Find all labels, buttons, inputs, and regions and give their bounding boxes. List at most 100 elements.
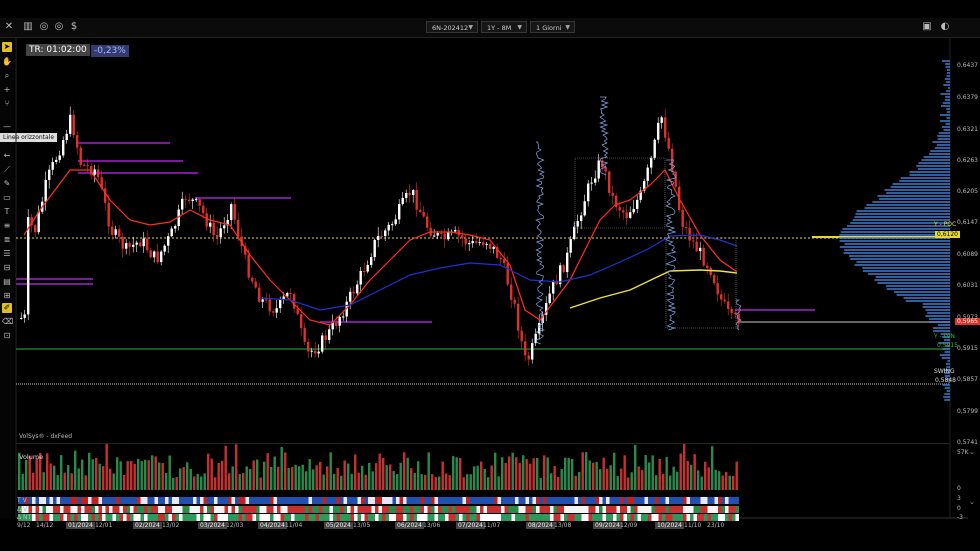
dollar-icon[interactable]: $ (68, 21, 80, 33)
indicator-cell (102, 506, 106, 513)
price-chart[interactable] (0, 0, 980, 551)
highlighter-tool-icon[interactable]: ✐ (2, 303, 12, 313)
volume-bar (697, 470, 700, 490)
range-dropdown[interactable]: 1Y - 8M ▼ (481, 21, 527, 33)
indicator-cell (35, 514, 39, 521)
candle-body (524, 341, 527, 356)
ray-tool-icon[interactable]: ← (2, 151, 12, 161)
candle-body (639, 190, 642, 200)
indicator-cell (683, 497, 687, 504)
indicator-cell (532, 506, 536, 513)
brush-tool-icon[interactable]: ✎ (2, 179, 12, 189)
indicator-cell (662, 506, 666, 513)
volume-bar (725, 471, 728, 490)
volume-profile-bar (890, 186, 950, 188)
pane-divider[interactable] (16, 443, 950, 444)
trendline-tool-icon[interactable]: ⟋ (2, 165, 12, 175)
settings-icon[interactable]: ◎ (53, 21, 65, 33)
timeframe-dropdown[interactable]: 1 Giorni ▼ (530, 21, 575, 33)
fib-tool-icon[interactable]: ≡ (2, 221, 12, 231)
indicator-cell (658, 497, 662, 504)
volume-bar (214, 477, 217, 490)
indicator-cell (336, 506, 340, 513)
indicator-cell (525, 514, 529, 521)
measure-tool-icon[interactable]: ⊟ (2, 263, 12, 273)
indicator-cell (217, 506, 221, 513)
date-label: 9/12 (17, 522, 31, 529)
window-icon[interactable]: ▣ (921, 21, 933, 33)
indicator-cell (375, 514, 379, 521)
lock-tool-icon[interactable]: ⊡ (2, 331, 12, 341)
gear-icon[interactable]: ◎ (38, 21, 50, 33)
right-scale-handles[interactable]: ⌄ ⌄ (968, 38, 980, 518)
symbol-dropdown[interactable]: 6N-202412 ▼ (426, 21, 478, 33)
indicator-cell (599, 506, 603, 513)
indicator-cell (53, 506, 57, 513)
volume-axis-bottom: 0 (957, 485, 961, 492)
indicator-cell (441, 497, 445, 504)
volume-bar (455, 457, 458, 490)
text-tool-icon[interactable]: T (2, 207, 12, 217)
theme-icon[interactable]: ◐ (939, 21, 951, 33)
volume-bar (95, 457, 98, 490)
indicator-cell (273, 514, 277, 521)
horizontal-line-tool-icon[interactable]: — (2, 122, 12, 132)
indicator-cell (207, 497, 211, 504)
volume-bar (123, 474, 126, 490)
volume-bar (270, 466, 273, 490)
channel-tool-icon[interactable]: ≣ (2, 235, 12, 245)
volume-profile-bar (886, 192, 950, 194)
volume-profile-bar (940, 93, 950, 95)
volume-bar (21, 473, 24, 490)
rectangle-tool-icon[interactable]: ▭ (2, 193, 12, 203)
close-icon[interactable]: ✕ (3, 21, 15, 33)
indicator-cell (718, 514, 722, 521)
pitchfork-tool-icon[interactable]: ⑂ (2, 99, 12, 109)
volume-profile-bar (932, 327, 950, 329)
candle-body (450, 231, 453, 233)
chevron-down-icon[interactable]: ⌄ (969, 448, 975, 456)
candle-body (20, 317, 23, 319)
crosshair-tool-icon[interactable]: + (2, 85, 12, 95)
indicator-cell (434, 514, 438, 521)
volume-bar (249, 469, 252, 490)
chevron-down-icon[interactable]: ⌄ (969, 498, 975, 506)
candle-body (583, 201, 586, 216)
indicator-cell (529, 497, 533, 504)
indicator-cell (200, 514, 204, 521)
grid-tool-icon[interactable]: ⊞ (2, 291, 12, 301)
eraser-tool-icon[interactable]: ⌫ (2, 317, 13, 327)
indicator-cell (368, 514, 372, 521)
volume-bar (273, 456, 276, 490)
profile-tool-icon[interactable]: ▤ (2, 277, 12, 287)
indicator-cell (39, 506, 43, 513)
date-label: 11/07 (483, 522, 501, 529)
indicator-cell (77, 497, 81, 504)
volume-bar (700, 476, 703, 490)
indicator-cell (329, 514, 333, 521)
volume-bar (522, 455, 525, 490)
indicator-cell (721, 514, 725, 521)
indicator-cell (522, 497, 526, 504)
volume-bar (259, 477, 262, 490)
zoom-tool-icon[interactable]: ⌕ (2, 71, 12, 81)
candle-body (251, 277, 254, 282)
volume-bar (231, 466, 234, 490)
lvn-value: 0,5915 (937, 342, 958, 349)
indicator-cell (70, 514, 74, 521)
indicator-cell (501, 506, 505, 513)
candle-body (44, 179, 47, 202)
candle-body (702, 247, 705, 266)
indicator-cell (105, 497, 109, 504)
indicator-cell (651, 506, 655, 513)
cursor-tool-icon[interactable]: ➤ (2, 42, 12, 52)
volume-profile-bar (877, 195, 950, 197)
hand-tool-icon[interactable]: ✋ (2, 57, 12, 67)
indicator-cell (133, 506, 137, 513)
volume-bar (154, 456, 157, 490)
indicator-cell (221, 514, 225, 521)
chart-icon[interactable]: ▥ (22, 21, 34, 33)
volume-bar (641, 470, 644, 490)
indicator-cell (403, 506, 407, 513)
levels-tool-icon[interactable]: ☰ (2, 249, 12, 259)
